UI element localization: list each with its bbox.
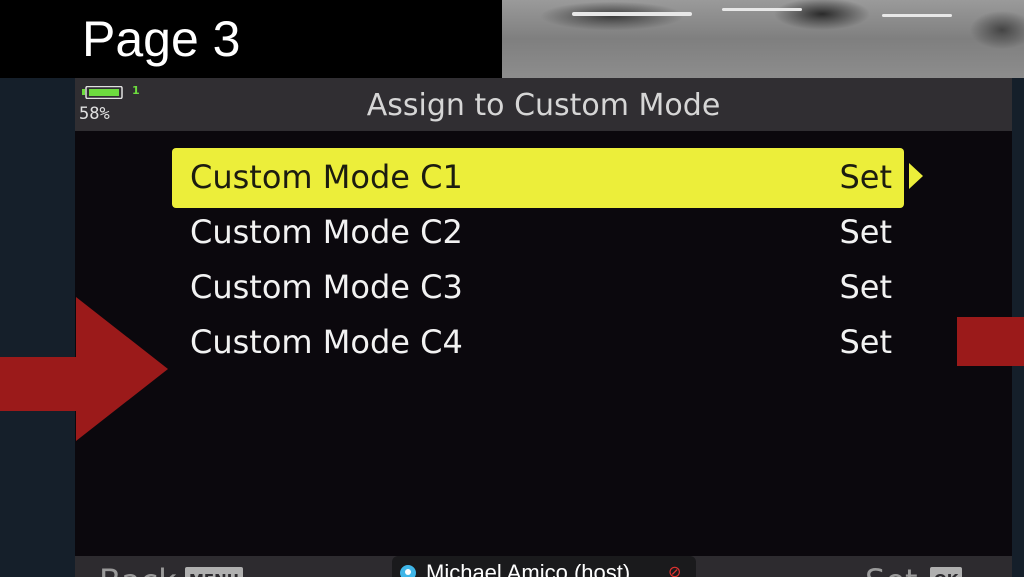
menu-item-value: Set xyxy=(839,213,892,251)
menu-item-custom-mode-c3[interactable]: Custom Mode C3 Set xyxy=(172,258,904,318)
back-hint-label: Back xyxy=(99,562,177,577)
menu-item-label: Custom Mode C4 xyxy=(190,323,463,361)
arrow-right-icon xyxy=(909,163,923,189)
photo-detail xyxy=(882,14,952,17)
slide-title-bar: Page 3 xyxy=(0,0,500,78)
participant-icon xyxy=(400,565,416,577)
menu-item-custom-mode-c4[interactable]: Custom Mode C4 Set xyxy=(172,313,904,373)
menu-item-value: Set xyxy=(839,323,892,361)
menu-item-value: Set xyxy=(839,268,892,306)
menu-title: Assign to Custom Mode xyxy=(366,88,721,123)
menu-item-custom-mode-c2[interactable]: Custom Mode C2 Set xyxy=(172,203,904,263)
menu-item-label: Custom Mode C1 xyxy=(190,158,463,196)
set-hint-label: Set xyxy=(865,562,918,577)
camera-menu-screen: 1 58% Assign to Custom Mode Custom Mode … xyxy=(75,78,1012,577)
ok-key-badge: OK xyxy=(930,567,963,577)
page-title: Page 3 xyxy=(82,11,241,67)
menu-item-value: Set xyxy=(839,158,892,196)
meeting-host-chip[interactable]: Michael Amico (host) ⊘ xyxy=(392,556,696,577)
menu-item-label: Custom Mode C2 xyxy=(190,213,463,251)
photo-detail xyxy=(722,8,802,11)
menu-item-custom-mode-c1[interactable]: Custom Mode C1 Set xyxy=(172,148,904,208)
photo-detail xyxy=(572,12,692,16)
host-name: Michael Amico (host) xyxy=(426,560,631,577)
annotation-arrow-left xyxy=(0,297,168,441)
mic-muted-icon: ⊘ xyxy=(668,562,682,577)
photo-thumbnail xyxy=(502,0,1024,78)
menu-key-badge: MENU xyxy=(185,567,243,577)
annotation-arrow-right xyxy=(957,317,1024,366)
menu-item-label: Custom Mode C3 xyxy=(190,268,463,306)
menu-header: 1 58% Assign to Custom Mode xyxy=(75,78,1012,131)
